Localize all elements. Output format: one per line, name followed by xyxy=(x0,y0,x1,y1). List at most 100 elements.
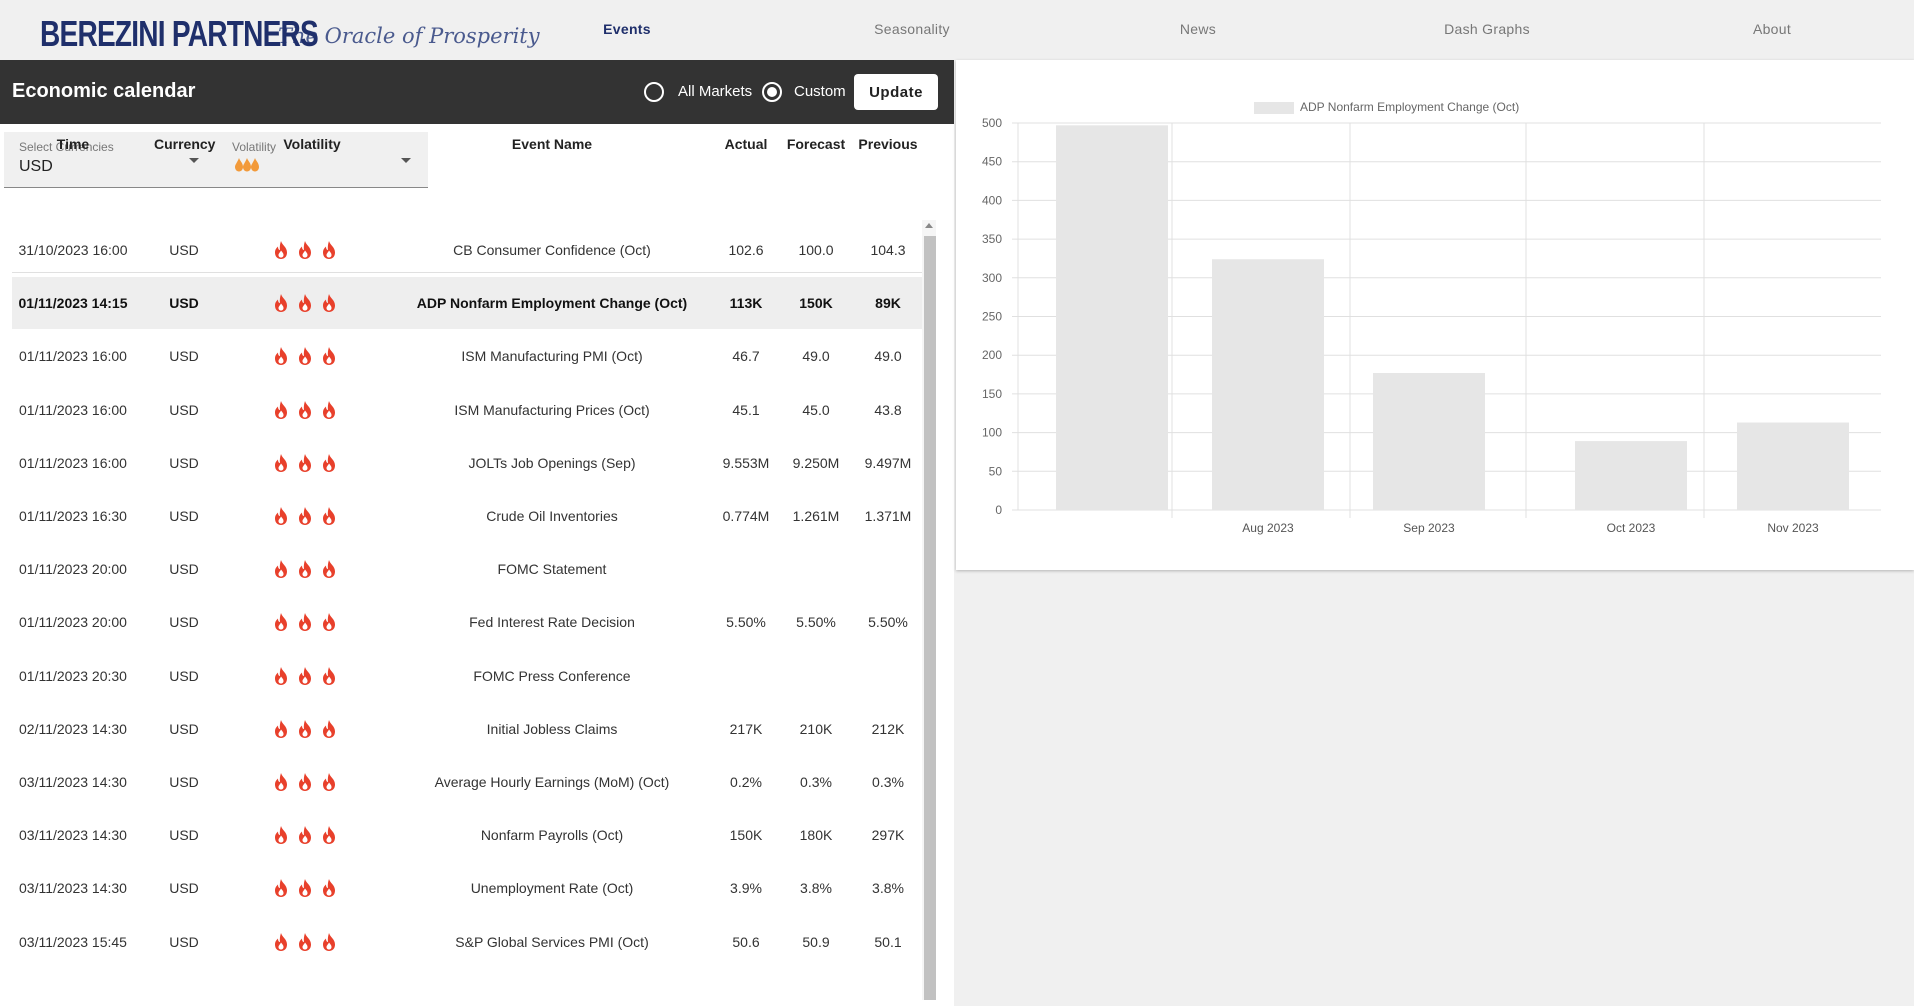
volatility-flames xyxy=(272,506,352,528)
update-button[interactable]: Update xyxy=(854,74,938,110)
column-header-time[interactable]: Time xyxy=(12,136,134,152)
chevron-down-icon xyxy=(189,158,199,163)
column-header-event[interactable]: Event Name xyxy=(392,136,712,152)
table-row[interactable]: 01/11/2023 14:15 USD ADP Nonfarm Employmen… xyxy=(12,277,922,330)
table-row[interactable]: 01/11/2023 16:00 USD ISM Manufacturing PMI… xyxy=(12,330,922,382)
flame-icon xyxy=(323,507,335,525)
y-tick-label: 300 xyxy=(982,271,1002,285)
brand-logo[interactable]: BEREZINI PARTNERS The Oracle of Prosperi… xyxy=(40,6,540,56)
flame-icon xyxy=(299,773,311,791)
flame-icon xyxy=(275,347,287,366)
y-tick-label: 400 xyxy=(982,193,1002,207)
volatility-flames xyxy=(272,400,352,422)
cell-actual: 5.50% xyxy=(726,614,766,631)
flame-icon xyxy=(275,560,287,579)
table-row[interactable]: 03/11/2023 14:30 USD Nonfarm Payrolls (Oct… xyxy=(12,809,922,861)
cell-event: CB Consumer Confidence (Oct) xyxy=(453,242,651,258)
cell-time: 01/11/2023 14:15 xyxy=(18,295,128,312)
cell-time: 01/11/2023 20:00 xyxy=(19,614,127,631)
table-row[interactable]: 01/11/2023 16:30 USD Crude Oil Inventories… xyxy=(12,490,922,542)
cell-time: 03/11/2023 14:30 xyxy=(19,774,127,790)
table-row[interactable]: 01/11/2023 16:00 USD JOLTs Job Openings (S… xyxy=(12,437,922,489)
cell-actual: 113K xyxy=(729,295,763,312)
cell-currency: USD xyxy=(169,295,199,312)
table-row[interactable]: 31/10/2023 16:00 USD CB Consumer Confidenc… xyxy=(12,224,922,276)
cell-time: 02/11/2023 14:30 xyxy=(19,720,127,737)
flame-icon xyxy=(299,241,311,259)
cell-event: ADP Nonfarm Employment Change (Oct) xyxy=(416,295,688,312)
cell-forecast: 1.261M xyxy=(792,508,840,524)
cell-time: 01/11/2023 20:30 xyxy=(19,667,127,684)
cell-event: ISM Manufacturing Prices (Oct) xyxy=(454,401,650,418)
cell-event: Unemployment Rate (Oct) xyxy=(470,880,634,897)
volatility-flames xyxy=(272,825,352,847)
scroll-up-arrow-icon[interactable] xyxy=(925,223,933,228)
nav-dash-graphs[interactable]: Dash Graphs xyxy=(1432,0,1542,58)
flame-icon xyxy=(299,613,311,632)
volatility-flames xyxy=(272,612,352,634)
y-tick-label: 0 xyxy=(995,503,1002,517)
flame-icon xyxy=(275,932,287,951)
cell-currency: USD xyxy=(169,720,199,737)
cell-event: Initial Jobless Claims xyxy=(486,720,618,737)
cell-previous: 0.3% xyxy=(872,774,904,790)
bar xyxy=(1737,422,1849,510)
volatility-flames xyxy=(272,772,352,794)
y-tick-label: 450 xyxy=(982,155,1002,169)
flame-icon xyxy=(275,241,287,259)
flame-icon xyxy=(299,347,311,366)
nav-events[interactable]: Events xyxy=(572,0,682,58)
flame-icon xyxy=(299,453,311,472)
nav-seasonality[interactable]: Seasonality xyxy=(862,0,962,58)
currency-select-value: USD xyxy=(19,158,53,175)
calendar-header: Economic calendar All Markets Custom Upd… xyxy=(0,60,954,124)
custom-radio[interactable] xyxy=(762,82,782,102)
flame-icon xyxy=(323,773,335,791)
column-header-forecast[interactable]: Forecast xyxy=(784,136,848,152)
column-header-previous[interactable]: Previous xyxy=(856,136,920,152)
all-markets-label[interactable]: All Markets xyxy=(678,83,752,100)
flame-icon xyxy=(323,719,335,738)
cell-forecast xyxy=(784,543,848,595)
cell-previous: 104.3 xyxy=(870,242,906,258)
flame-icon xyxy=(323,613,335,632)
flame-icon xyxy=(275,773,287,791)
flame-icon xyxy=(299,666,311,685)
nav-news[interactable]: News xyxy=(1158,0,1238,58)
cell-forecast: 100.0 xyxy=(798,242,834,258)
cell-previous: 3.8% xyxy=(872,880,904,897)
flame-icon xyxy=(275,294,287,313)
column-header-currency[interactable]: Currency xyxy=(154,136,215,152)
all-markets-radio[interactable] xyxy=(644,82,664,102)
cell-currency: USD xyxy=(169,614,199,631)
y-tick-label: 200 xyxy=(982,348,1002,362)
table-row[interactable]: 03/11/2023 14:30 USD Average Hourly Earnin… xyxy=(12,756,922,808)
table-row[interactable]: 01/11/2023 20:30 USD FOMC Press Conference xyxy=(12,650,922,702)
cell-currency: USD xyxy=(169,827,199,844)
scrollbar-thumb[interactable] xyxy=(924,236,936,1000)
flame-icon xyxy=(323,241,335,259)
table-row[interactable]: 02/11/2023 14:30 USD Initial Jobless Claim… xyxy=(12,703,922,755)
cell-currency: USD xyxy=(169,348,199,365)
cell-time: 03/11/2023 14:30 xyxy=(19,827,127,844)
cell-forecast: 210K xyxy=(799,720,833,737)
bar xyxy=(1575,441,1687,510)
table-row[interactable]: 01/11/2023 16:00 USD ISM Manufacturing Pri… xyxy=(12,384,922,436)
cell-actual: 0.774M xyxy=(722,508,770,524)
table-row[interactable]: 03/11/2023 15:45 USD S&P Global Services P… xyxy=(12,916,922,968)
y-tick-label: 150 xyxy=(982,387,1002,401)
table-row[interactable]: 01/11/2023 20:00 USD Fed Interest Rate Dec… xyxy=(12,596,922,648)
y-tick-label: 500 xyxy=(982,116,1002,130)
cell-currency: USD xyxy=(169,561,199,578)
table-row[interactable]: 03/11/2023 14:30 USD Unemployment Rate (Oc… xyxy=(12,862,922,914)
bar xyxy=(1212,259,1324,510)
cell-currency: USD xyxy=(169,454,199,471)
custom-label[interactable]: Custom xyxy=(794,83,846,100)
cell-event: ISM Manufacturing PMI (Oct) xyxy=(461,348,643,365)
column-header-volatility[interactable]: Volatility xyxy=(264,136,360,152)
y-tick-label: 250 xyxy=(982,310,1002,324)
cell-currency: USD xyxy=(169,242,199,258)
column-header-actual[interactable]: Actual xyxy=(716,136,776,152)
nav-about[interactable]: About xyxy=(1722,0,1822,58)
table-row[interactable]: 01/11/2023 20:00 USD FOMC Statement xyxy=(12,543,922,595)
